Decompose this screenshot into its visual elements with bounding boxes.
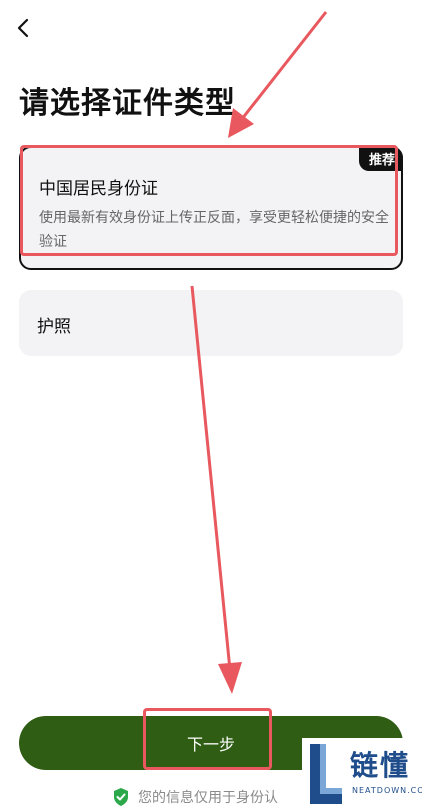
privacy-text: 您的信息仅用于身份认 xyxy=(138,790,278,806)
watermark-logo-icon xyxy=(310,744,342,804)
privacy-note: 您的信息仅用于身份认 xyxy=(112,786,278,808)
option-id-card-title: 中国居民身份证 xyxy=(39,179,158,199)
recommended-badge: 推荐 xyxy=(358,146,403,171)
watermark: 链懂 NEATDOWN.COM xyxy=(302,738,422,810)
option-id-card-description: 使用最新有效身份证上传正反面，享受更轻松便捷的安全验证 xyxy=(39,210,389,250)
option-id-card[interactable]: 中国居民身份证 使用最新有效身份证上传正反面，享受更轻松便捷的安全验证 推荐 xyxy=(19,146,403,270)
page-title: 请选择证件类型 xyxy=(19,86,236,121)
option-passport-title: 护照 xyxy=(37,317,71,337)
watermark-brand: 链懂 xyxy=(350,749,411,782)
back-button[interactable] xyxy=(10,14,36,42)
watermark-domain: NEATDOWN.COM xyxy=(352,786,422,795)
option-passport[interactable]: 护照 xyxy=(19,290,403,356)
shield-check-icon xyxy=(114,788,128,806)
annotation-arrow-top xyxy=(228,11,328,138)
chevron-left-icon xyxy=(17,18,29,38)
next-button-label: 下一步 xyxy=(186,735,235,754)
